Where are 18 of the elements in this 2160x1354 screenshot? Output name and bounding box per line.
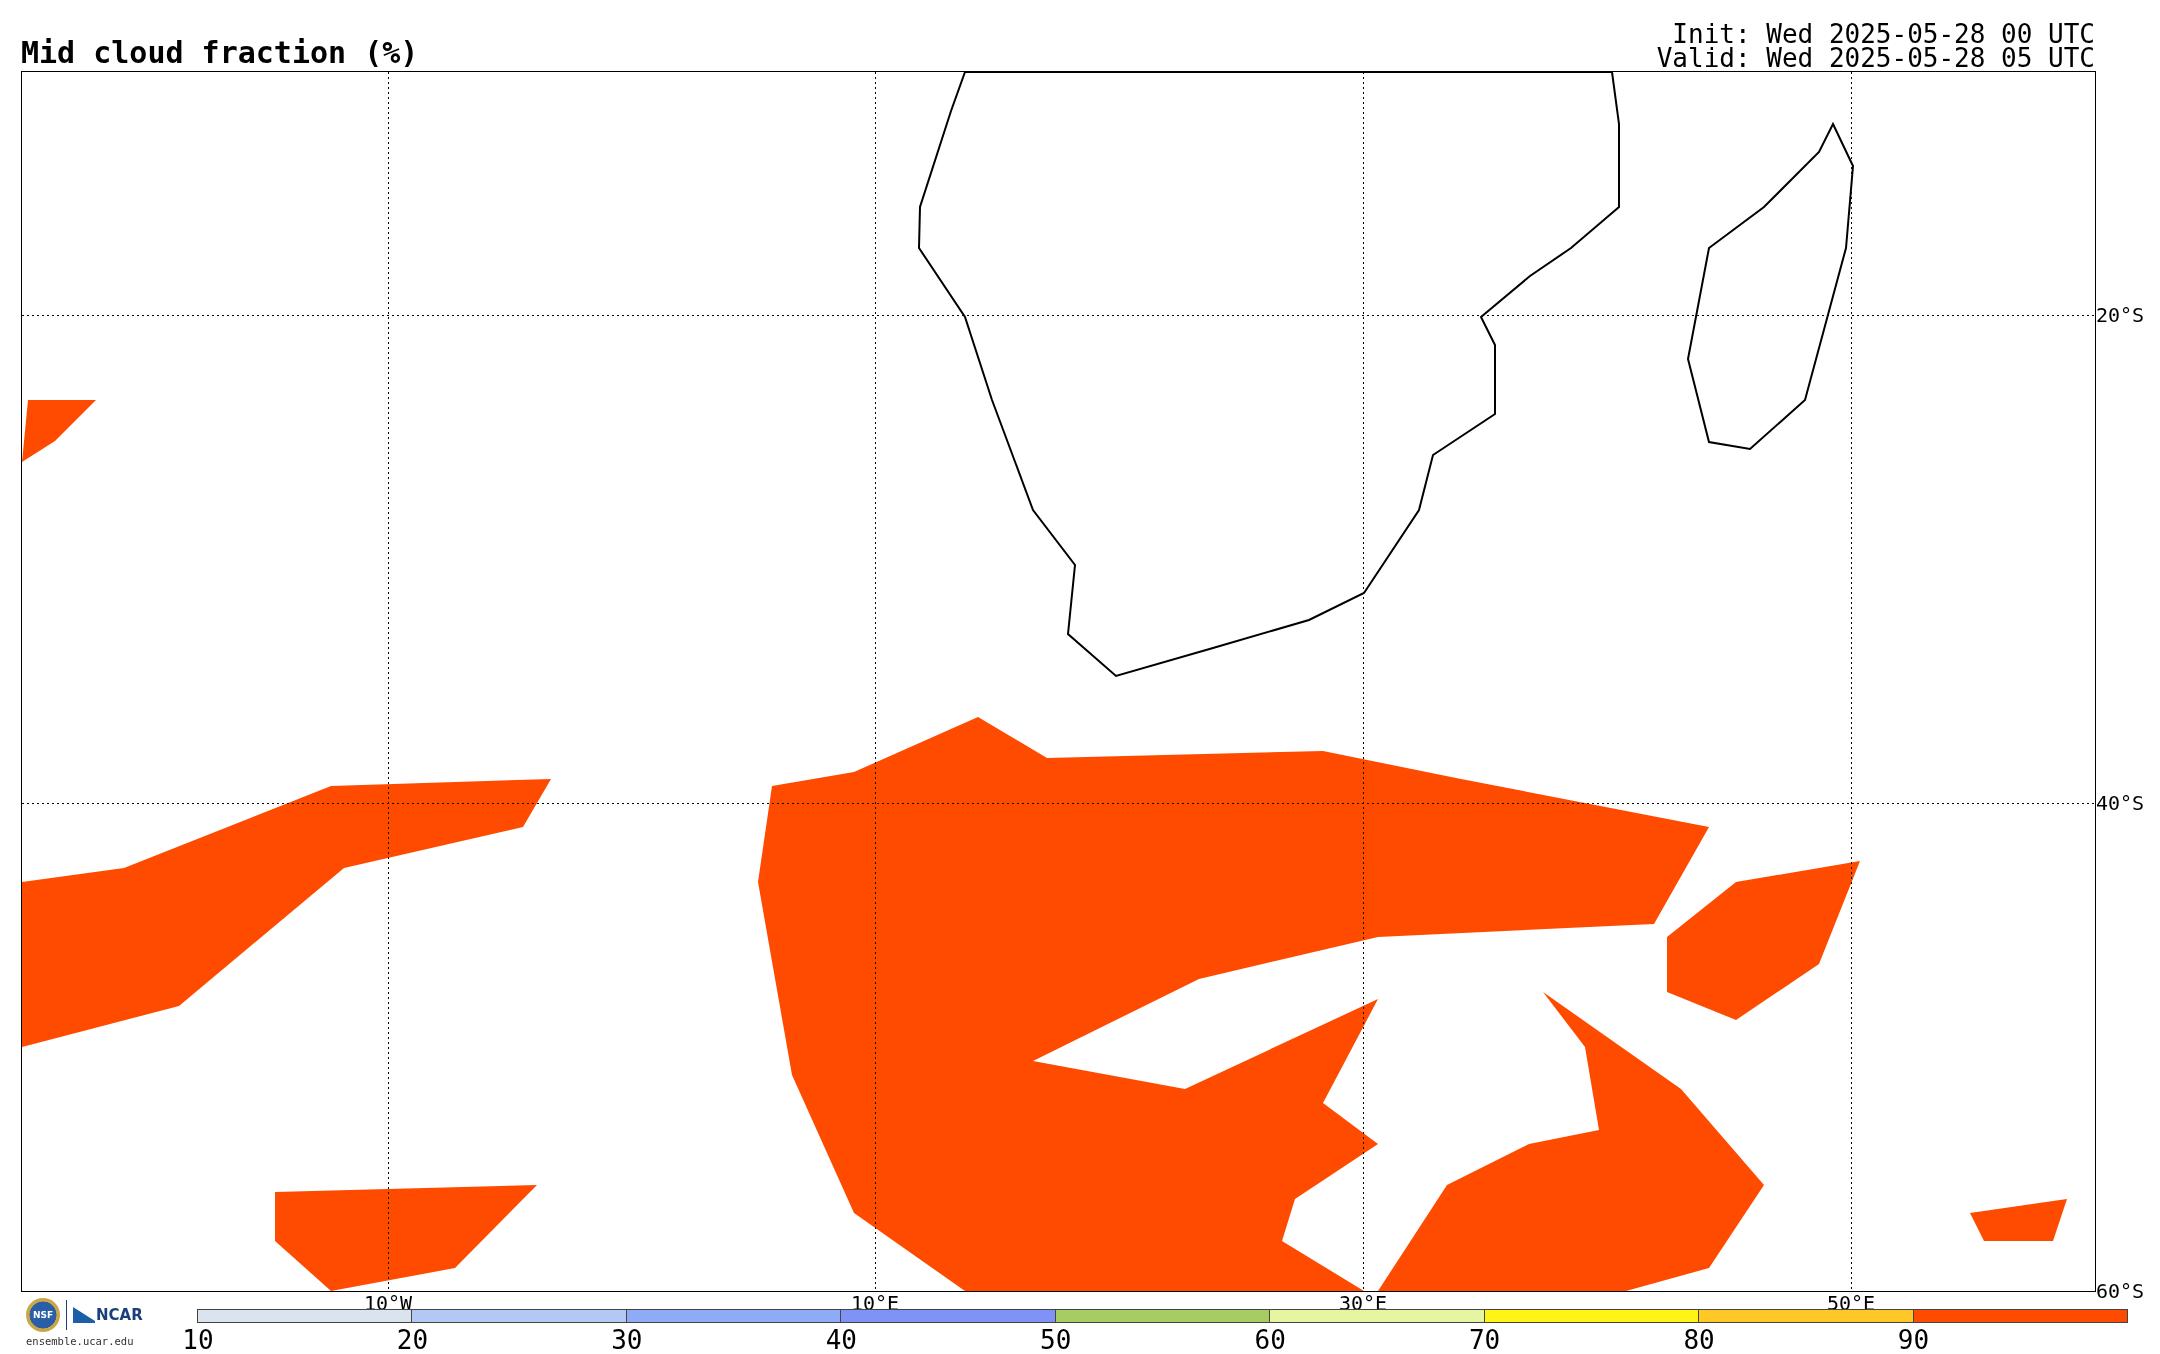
valid-time: Valid: Wed 2025-05-28 05 UTC	[1656, 46, 2095, 70]
legend-label: 30	[611, 1325, 643, 1354]
latitude-label: 40°S	[2096, 792, 2145, 814]
ncar-logo: NCAR	[73, 1306, 143, 1324]
chart-title: Mid cloud fraction (%)	[21, 36, 419, 70]
legend-label: 40	[825, 1325, 857, 1354]
legend-label: 20	[396, 1325, 429, 1354]
legend-label: 80	[1683, 1325, 1715, 1354]
init-time: Init: Wed 2025-05-28 00 UTC	[1672, 22, 2095, 46]
legend-label: 50	[1040, 1325, 1072, 1354]
site-url: ensemble.ucar.edu	[26, 1335, 134, 1347]
legend-label: 70	[1468, 1325, 1501, 1354]
legend-label: 60	[1254, 1325, 1286, 1354]
latitude-label: 60°S	[2096, 1280, 2145, 1302]
nsf-logo: NSF	[26, 1298, 60, 1332]
legend-label: 90	[1897, 1325, 1930, 1354]
legend-label: 10	[182, 1325, 214, 1354]
latitude-label: 20°S	[2096, 304, 2145, 326]
